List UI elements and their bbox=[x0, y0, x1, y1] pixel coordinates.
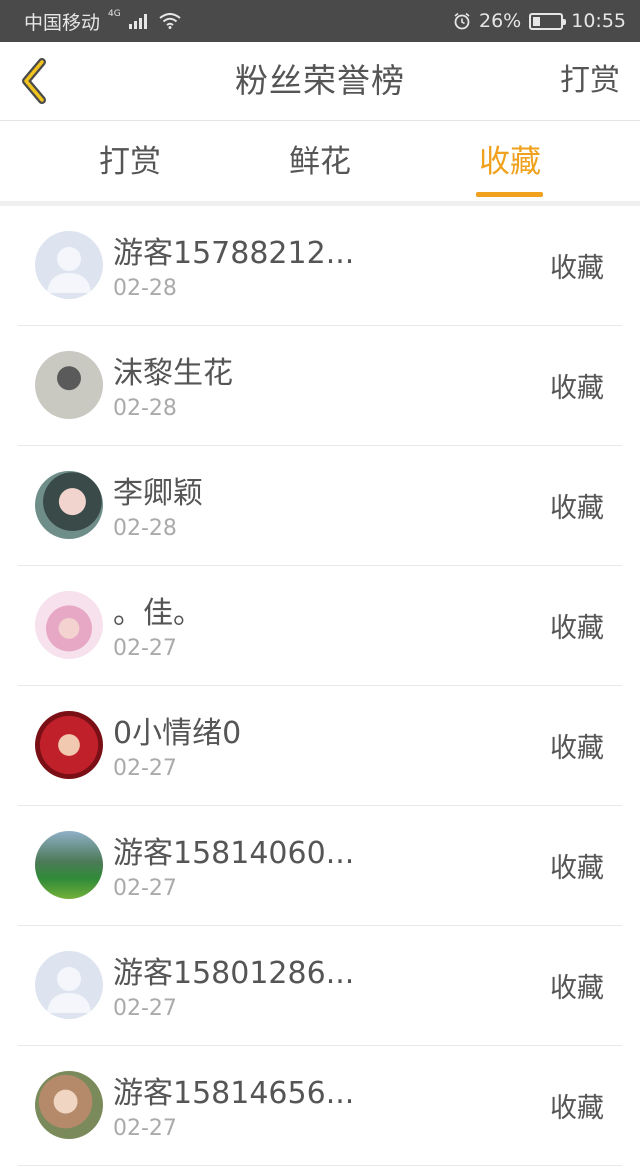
list-item[interactable]: 游客15814060... 02-27 收藏 bbox=[18, 806, 622, 926]
list-item[interactable]: 沫黎生花 02-28 收藏 bbox=[18, 326, 622, 446]
status-bar: 中国移动 4G 26% 10:55 bbox=[0, 0, 640, 42]
user-name: 沫黎生花 bbox=[113, 356, 233, 391]
fan-list: 游客15788212... 02-28 收藏 沫黎生花 02-28 收藏 李卿颖 02-28 收… bbox=[18, 206, 622, 1166]
chevron-left-icon[interactable] bbox=[14, 54, 54, 108]
favorite-label: 收藏 bbox=[550, 853, 604, 884]
tab-flowers[interactable]: 鲜花 bbox=[240, 121, 400, 201]
user-name: 0小情绪0 bbox=[113, 716, 242, 751]
status-bar-left: 中国移动 4G bbox=[24, 0, 181, 42]
item-date: 02-28 bbox=[113, 516, 177, 541]
clock-time: 10:55 bbox=[571, 10, 626, 32]
item-date: 02-27 bbox=[113, 756, 177, 781]
default-avatar-icon bbox=[35, 231, 103, 299]
list-item[interactable]: 。佳。 02-27 收藏 bbox=[18, 566, 622, 686]
avatar bbox=[35, 1071, 103, 1139]
list-item[interactable]: 0小情绪0 02-27 收藏 bbox=[18, 686, 622, 806]
user-name: 。佳。 bbox=[113, 596, 203, 631]
wifi-icon bbox=[159, 13, 181, 29]
user-name: 游客15788212... bbox=[113, 236, 355, 271]
reward-button[interactable]: 打赏 bbox=[560, 42, 620, 120]
list-item[interactable]: 游客15814656... 02-27 收藏 bbox=[18, 1046, 622, 1166]
carrier-name: 中国移动 bbox=[24, 11, 101, 34]
item-date: 02-27 bbox=[113, 876, 177, 901]
list-item[interactable]: 游客15788212... 02-28 收藏 bbox=[18, 206, 622, 326]
user-name: 游客15814656... bbox=[113, 1076, 355, 1111]
item-date: 02-27 bbox=[113, 636, 177, 661]
item-date: 02-28 bbox=[113, 396, 177, 421]
avatar bbox=[35, 471, 103, 539]
favorite-label: 收藏 bbox=[550, 373, 604, 404]
favorite-label: 收藏 bbox=[550, 1093, 604, 1124]
favorite-label: 收藏 bbox=[550, 733, 604, 764]
user-name: 李卿颖 bbox=[113, 476, 203, 511]
alarm-icon bbox=[454, 12, 470, 30]
user-name: 游客15814060... bbox=[113, 836, 355, 871]
page-title: 粉丝荣誉榜 bbox=[235, 61, 405, 100]
avatar bbox=[35, 711, 103, 779]
item-date: 02-27 bbox=[113, 996, 177, 1021]
list-item[interactable]: 游客15801286... 02-27 收藏 bbox=[18, 926, 622, 1046]
favorite-label: 收藏 bbox=[550, 493, 604, 524]
avatar bbox=[35, 591, 103, 659]
tab-reward[interactable]: 打赏 bbox=[50, 121, 210, 201]
item-date: 02-27 bbox=[113, 1116, 177, 1141]
favorite-label: 收藏 bbox=[550, 613, 604, 644]
avatar bbox=[35, 351, 103, 419]
app-header: 粉丝荣誉榜 打赏 bbox=[0, 42, 640, 121]
signal-icon bbox=[128, 13, 147, 29]
network-type: 4G bbox=[108, 9, 121, 19]
status-bar-right: 26% 10:55 bbox=[453, 0, 626, 42]
default-avatar-icon bbox=[35, 951, 103, 1019]
favorite-label: 收藏 bbox=[550, 253, 604, 284]
active-tab-indicator bbox=[476, 192, 543, 197]
favorite-label: 收藏 bbox=[550, 973, 604, 1004]
list-item[interactable]: 李卿颖 02-28 收藏 bbox=[18, 446, 622, 566]
item-date: 02-28 bbox=[113, 276, 177, 301]
user-name: 游客15801286... bbox=[113, 956, 355, 991]
tab-bar: 打赏 鲜花 收藏 bbox=[0, 121, 640, 206]
battery-icon bbox=[529, 12, 567, 30]
tab-favorites[interactable]: 收藏 bbox=[430, 121, 590, 201]
avatar bbox=[35, 831, 103, 899]
battery-percent: 26% bbox=[479, 10, 522, 32]
